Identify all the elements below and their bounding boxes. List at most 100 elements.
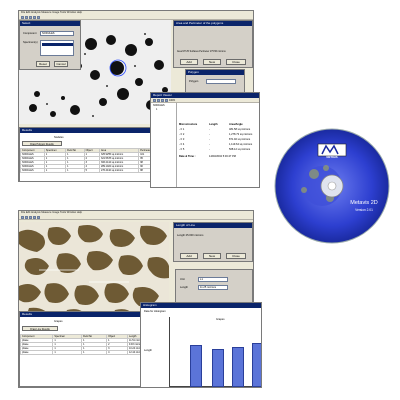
component-field[interactable]: NODULES: [40, 31, 74, 36]
report-col-length: Length: [209, 123, 218, 126]
first-page-icon[interactable]: [153, 99, 156, 102]
polygon-field[interactable]: [206, 79, 236, 84]
report-viewer-window: Report Viewer 100% NODULES 1 Microstruct…: [150, 92, 260, 188]
prev-page-icon[interactable]: [157, 99, 160, 102]
length-dialog: Length of Line Length 25.000 microns Add…: [173, 222, 253, 262]
polygon-panel-title: Polygon: [186, 70, 244, 75]
unit-field[interactable]: L1: [198, 277, 228, 282]
report-header: Microstructure Length Area/Angle: [179, 123, 259, 126]
area-message: Area MT 25 Surfaces Perimeter 175.56 mic…: [177, 51, 226, 53]
unit-label: Unit: [180, 278, 185, 281]
tree-child[interactable]: 1: [151, 108, 176, 111]
measure-icon[interactable]: [37, 16, 40, 19]
table-cell: 4: [106, 350, 129, 355]
cd-product: Metavis 2D: [350, 200, 378, 206]
length-new-button[interactable]: New: [203, 253, 221, 259]
area-close-button[interactable]: Close: [226, 59, 246, 65]
histogram-bar: [252, 343, 261, 387]
table-row[interactable]: NODULES 1 1 5 276.4410 sq.microns 88: [20, 168, 158, 173]
component-label: Component: [23, 32, 37, 35]
top-results-table-wrap: Component Specimen Field No Object Area Perim…: [20, 148, 158, 173]
length-value: Length 25.000 microns: [177, 234, 204, 237]
histogram-window: Histogram Data for Histogram Length Grap…: [140, 302, 262, 388]
print-icon[interactable]: [29, 16, 32, 19]
report-footer-label: Date & Time :: [179, 155, 196, 158]
area-dialog-title: Area and Perimeter of the polygons: [174, 21, 252, 26]
report-row: - F 1 - 481.58 sq.microns: [179, 128, 259, 131]
area-add-button[interactable]: Add: [180, 59, 198, 65]
open-icon[interactable]: [21, 16, 24, 19]
report-cell: 481.58 sq.microns: [229, 128, 251, 131]
save-icon[interactable]: [25, 216, 28, 219]
next-page-icon[interactable]: [161, 99, 164, 102]
cd-label: METAVIS: [326, 156, 338, 159]
length-close-button[interactable]: Close: [226, 253, 246, 259]
report-cell: - F 4: [179, 143, 185, 146]
input-length-label: Length: [180, 286, 188, 289]
zoom-icon[interactable]: [33, 216, 36, 219]
zoom-icon[interactable]: [33, 16, 36, 19]
polygon-field-label: Polygon: [189, 80, 199, 83]
report-cell: 568.12 sq.microns: [229, 148, 251, 151]
print-report-icon[interactable]: [165, 99, 168, 102]
table-cell: 1: [43, 168, 67, 173]
input-length-field[interactable]: 11.25 microns: [198, 285, 228, 290]
report-row: - F 2 - 1,278.73 sq.microns: [179, 133, 259, 136]
specimen-selected-row[interactable]: [42, 43, 73, 46]
top-results-subtitle: Nodules: [54, 136, 64, 139]
bottom-results-subtitle: Grapes: [54, 320, 63, 323]
report-footer: Date & Time : 14/03/2004 5:03:47 PM: [179, 155, 259, 158]
report-cell: -: [209, 148, 210, 151]
histogram-bar: [232, 347, 244, 387]
print-icon[interactable]: [29, 216, 32, 219]
bottom-toolbar: [19, 215, 253, 220]
reset-button[interactable]: Reset: [36, 61, 50, 67]
report-tree: NODULES 1: [151, 103, 177, 187]
histogram-subtitle: Data for Histogram: [144, 310, 166, 313]
metavis-cd: METAVIS Metavis 2D Version 2.01: [274, 128, 390, 244]
report-cell: -: [209, 138, 210, 141]
report-cell: 871.92 sq.microns: [229, 138, 251, 141]
table-cell: 276.4410 sq.microns: [99, 168, 140, 173]
specimen-label: Specimen(s): [23, 41, 38, 44]
report-cell: 1,119.64 sq.microns: [229, 143, 253, 146]
select-dialog: Select Component NODULES Specimen(s) Res…: [19, 20, 81, 70]
top-results-title: Results: [20, 128, 158, 133]
draw-line-results-button[interactable]: Draw Line Results: [22, 326, 58, 331]
report-table: Microstructure Length Area/Angle - F 1 - 4…: [179, 123, 259, 158]
cd-version: Version 2.01: [355, 208, 373, 212]
save-icon[interactable]: [25, 16, 28, 19]
report-col-microstructure: Microstructure: [179, 123, 198, 126]
open-icon[interactable]: [21, 216, 24, 219]
report-cell: -: [209, 143, 210, 146]
histogram-plot: Grapes: [169, 317, 261, 387]
specimen-list[interactable]: [40, 40, 74, 56]
top-results-panel: Results Nodules Draw Polygon Results Com…: [19, 127, 159, 181]
histogram-bar: [190, 345, 202, 387]
table-cell: 1: [52, 350, 83, 355]
histogram-ylabel: Length: [144, 349, 152, 352]
table-cell: 5: [83, 168, 101, 173]
cancel-button[interactable]: Cancel: [54, 61, 68, 67]
area-dialog: Area and Perimeter of the polygons Area …: [173, 20, 253, 68]
report-cell: -: [209, 128, 210, 131]
report-footer-value: 14/03/2004 5:03:47 PM: [209, 155, 236, 158]
table-cell: 1: [65, 168, 85, 173]
report-cell: - F 1: [179, 128, 185, 131]
report-row: - F 5 - 568.12 sq.microns: [179, 148, 259, 151]
report-cell: - F 3: [179, 138, 185, 141]
report-cell: - F 5: [179, 148, 185, 151]
select-dialog-title: Select: [20, 21, 80, 26]
report-rows: - F 1 - 481.58 sq.microns - F 2 - 1,278.73 sq…: [179, 128, 259, 151]
length-add-button[interactable]: Add: [180, 253, 198, 259]
histogram-bar: [212, 349, 224, 387]
length-dialog-title: Length of Line: [174, 223, 252, 228]
report-row: - F 3 - 871.92 sq.microns: [179, 138, 259, 141]
table-cell: NODULES: [20, 168, 45, 173]
area-new-button[interactable]: New: [203, 59, 221, 65]
zoom-level[interactable]: 100%: [169, 99, 175, 102]
top-results-table[interactable]: Component Specimen Field No Object Area Perim…: [20, 148, 158, 173]
line-tool-icon[interactable]: [37, 216, 40, 219]
histogram-title: Histogram: [141, 303, 261, 308]
draw-polygon-results-button[interactable]: Draw Polygon Results: [22, 141, 62, 146]
